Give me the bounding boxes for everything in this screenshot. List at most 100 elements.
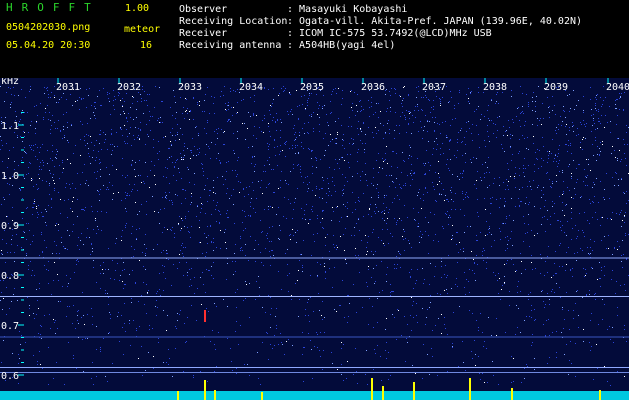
noise-pixel: [317, 347, 318, 348]
noise-pixel: [372, 132, 373, 133]
noise-pixel: [371, 106, 372, 107]
noise-pixel: [457, 232, 458, 233]
noise-pixel: [404, 161, 405, 162]
noise-pixel: [200, 212, 201, 213]
noise-pixel: [211, 241, 212, 242]
noise-pixel: [33, 203, 34, 204]
noise-pixel: [602, 217, 603, 218]
noise-pixel: [621, 179, 622, 180]
noise-pixel: [328, 188, 329, 189]
noise-pixel: [52, 145, 53, 146]
noise-pixel: [443, 153, 444, 154]
noise-pixel: [419, 236, 420, 237]
noise-pixel: [136, 229, 137, 230]
noise-pixel: [595, 212, 596, 213]
noise-pixel: [125, 208, 126, 209]
noise-pixel: [591, 313, 592, 314]
noise-pixel: [332, 177, 333, 178]
noise-pixel: [505, 131, 506, 132]
noise-pixel: [301, 142, 302, 143]
noise-pixel: [562, 170, 563, 171]
noise-pixel: [304, 95, 305, 96]
noise-pixel: [531, 262, 532, 263]
noise-pixel: [64, 248, 65, 249]
noise-pixel: [496, 199, 497, 200]
noise-pixel: [119, 93, 120, 94]
noise-pixel: [112, 150, 113, 151]
noise-pixel: [362, 143, 363, 144]
noise-pixel: [168, 349, 169, 350]
noise-pixel: [500, 239, 501, 240]
noise-pixel: [185, 111, 186, 112]
noise-pixel: [154, 107, 155, 108]
noise-pixel: [142, 375, 143, 376]
noise-pixel: [622, 240, 623, 241]
noise-pixel: [608, 235, 609, 236]
noise-pixel: [125, 177, 126, 178]
noise-pixel: [372, 306, 373, 307]
noise-pixel: [136, 239, 137, 240]
noise-pixel: [305, 177, 306, 178]
noise-pixel: [414, 219, 415, 220]
noise-pixel: [499, 177, 500, 178]
noise-pixel: [370, 204, 371, 205]
noise-pixel: [24, 132, 25, 133]
noise-pixel: [394, 88, 395, 89]
noise-pixel: [530, 186, 531, 187]
noise-pixel: [222, 176, 223, 177]
noise-pixel: [292, 114, 293, 115]
noise-pixel: [547, 256, 548, 257]
noise-pixel: [518, 281, 519, 282]
noise-pixel: [385, 133, 386, 134]
noise-pixel: [169, 157, 170, 158]
noise-pixel: [471, 351, 472, 352]
noise-pixel: [54, 183, 55, 184]
noise-pixel: [445, 195, 446, 196]
noise-pixel: [208, 235, 209, 236]
noise-pixel: [139, 211, 140, 212]
noise-pixel: [386, 146, 387, 147]
noise-pixel: [331, 195, 332, 196]
noise-pixel: [270, 206, 271, 207]
noise-pixel: [571, 197, 572, 198]
noise-pixel: [566, 124, 567, 125]
noise-pixel: [51, 207, 52, 208]
noise-pixel: [396, 153, 397, 154]
noise-pixel: [49, 194, 50, 195]
noise-pixel: [242, 210, 243, 211]
noise-pixel: [216, 306, 217, 307]
noise-pixel: [39, 178, 40, 179]
noise-pixel: [209, 195, 210, 196]
noise-pixel: [57, 328, 58, 329]
noise-pixel: [506, 218, 507, 219]
noise-pixel: [545, 200, 546, 201]
noise-pixel: [129, 323, 130, 324]
noise-pixel: [217, 177, 218, 178]
noise-pixel: [457, 139, 458, 140]
noise-pixel: [468, 98, 469, 99]
noise-pixel: [625, 235, 626, 236]
noise-pixel: [583, 110, 584, 111]
noise-pixel: [554, 292, 555, 293]
noise-pixel: [570, 108, 571, 109]
noise-pixel: [280, 333, 281, 334]
noise-pixel: [197, 206, 198, 207]
noise-pixel: [180, 250, 181, 251]
noise-pixel: [258, 378, 259, 379]
noise-pixel: [407, 342, 408, 343]
noise-pixel: [180, 230, 181, 231]
noise-pixel: [63, 93, 64, 94]
noise-pixel: [120, 275, 121, 276]
noise-pixel: [157, 244, 158, 245]
noise-pixel: [552, 183, 553, 184]
noise-pixel: [177, 268, 178, 269]
noise-pixel: [143, 113, 144, 114]
noise-pixel: [184, 143, 185, 144]
noise-pixel: [552, 201, 553, 202]
noise-pixel: [341, 125, 342, 126]
noise-pixel: [516, 305, 517, 306]
noise-pixel: [375, 112, 376, 113]
noise-pixel: [295, 145, 296, 146]
noise-pixel: [589, 254, 590, 255]
noise-pixel: [97, 96, 98, 97]
